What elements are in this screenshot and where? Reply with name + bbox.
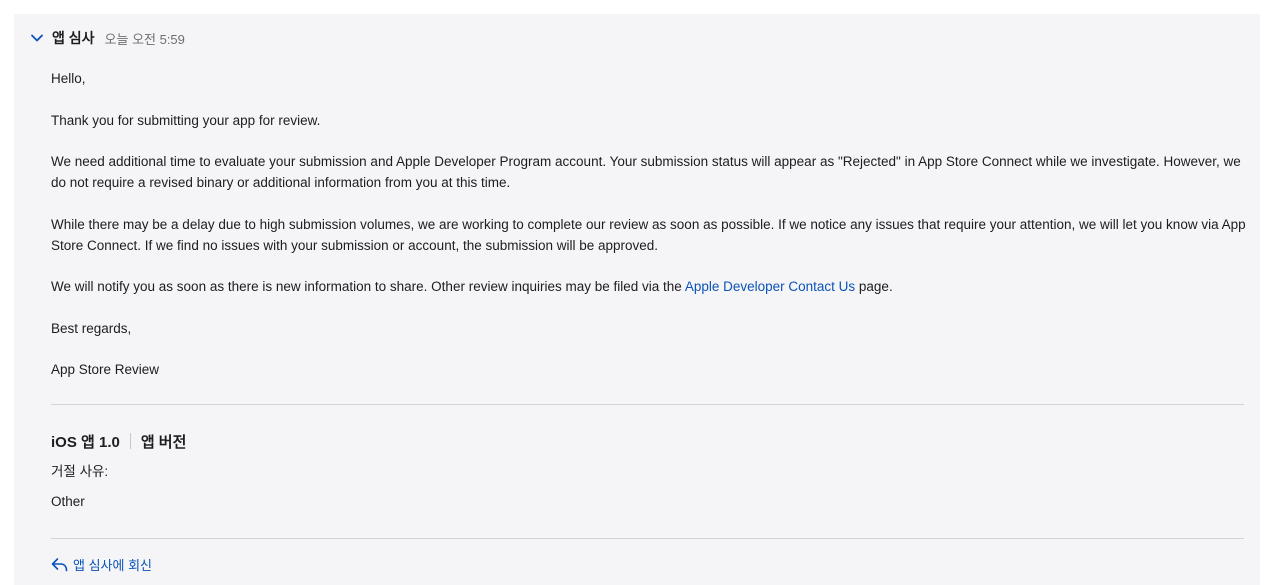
closing: Best regards, — [51, 320, 132, 336]
rejection-reason-label: 거절 사유: — [51, 464, 109, 479]
divider — [51, 538, 1244, 539]
signature: App Store Review — [51, 362, 160, 377]
version-title: iOS 앱 1.0 — [51, 433, 120, 451]
notify-text: We will notify you as soon as there is n… — [51, 279, 685, 294]
message-card: 앱 심사 오늘 오전 5:59 Hello, Thank you for sub… — [14, 14, 1260, 585]
sender-name: 앱 심사 — [52, 30, 95, 46]
message-body: Hello, Thank you for submitting your app… — [51, 68, 1246, 401]
rejection-reason-value: Other — [51, 494, 85, 509]
paragraph-notify: We will notify you as soon as there is n… — [51, 276, 1246, 297]
notify-text-end: page. — [855, 279, 893, 294]
greeting: Hello, — [51, 71, 86, 86]
reply-arrow-icon — [51, 557, 68, 572]
message-timestamp: 오늘 오전 5:59 — [104, 31, 185, 47]
paragraph-additional-time: We need additional time to evaluate your… — [51, 154, 1241, 190]
paragraph-delay: While there may be a delay due to high s… — [51, 216, 1246, 253]
version-header: iOS 앱 1.0 앱 버전 — [51, 430, 186, 452]
divider — [51, 404, 1244, 405]
reply-button[interactable]: 앱 심사에 회신 — [51, 555, 152, 574]
paragraph-thanks: Thank you for submitting your app for re… — [51, 112, 321, 128]
chevron-down-icon[interactable] — [30, 31, 44, 45]
contact-us-link[interactable]: Apple Developer Contact Us — [685, 279, 855, 294]
vertical-divider — [129, 433, 131, 449]
reply-label: 앱 심사에 회신 — [73, 558, 152, 573]
message-header: 앱 심사 오늘 오전 5:59 — [30, 28, 185, 48]
version-subtitle: 앱 버전 — [140, 433, 187, 451]
